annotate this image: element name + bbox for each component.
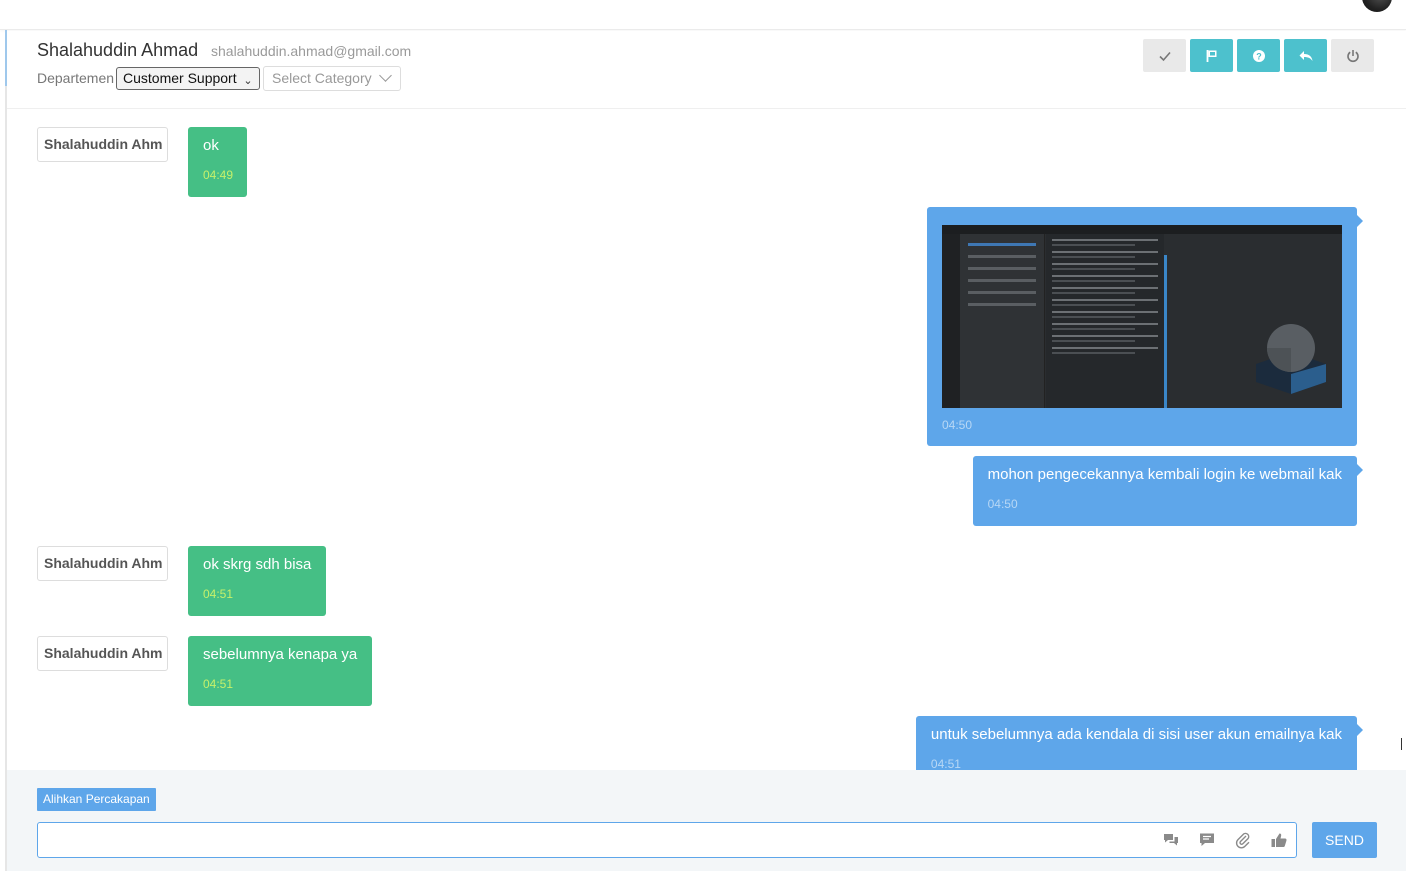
help-icon: ? xyxy=(1252,49,1265,62)
message-text: sebelumnya kenapa ya xyxy=(203,646,358,663)
contact-email: shalahuddin.ahmad@gmail.com xyxy=(211,43,412,59)
check-icon xyxy=(1158,51,1171,61)
message-input[interactable] xyxy=(37,822,1297,858)
resolve-button[interactable] xyxy=(1143,39,1186,72)
message-time: 04:50 xyxy=(942,418,973,432)
composer: Alihkan Percakapan SEND xyxy=(7,770,1406,871)
message-time: 04:51 xyxy=(203,587,234,601)
message-time: 04:50 xyxy=(987,497,1018,511)
transfer-conversation-button[interactable]: Alihkan Percakapan xyxy=(37,788,156,811)
incoming-message: sebelumnya kenapa ya 04:51 xyxy=(188,636,373,706)
flag-icon xyxy=(1206,49,1216,62)
sender-label: Shalahuddin Ahm xyxy=(37,636,168,671)
message-text: ok xyxy=(203,137,219,154)
roundcube-logo-icon xyxy=(1256,324,1326,394)
message-time: 04:51 xyxy=(930,757,961,770)
outgoing-message: untuk sebelumnya ada kendala di sisi use… xyxy=(915,716,1364,770)
image-browser-bar xyxy=(942,225,1342,234)
sender-label: Shalahuddin Ahm xyxy=(37,546,168,581)
screenshot-image[interactable] xyxy=(942,225,1342,408)
department-label: Departemen xyxy=(37,70,115,86)
chevron-down-icon: ⌄ xyxy=(243,75,253,87)
chat-bubbles-icon[interactable] xyxy=(1162,831,1180,849)
flag-button[interactable] xyxy=(1190,39,1233,72)
close-conversation-button[interactable] xyxy=(1331,39,1374,72)
outgoing-image-message: 04:50 xyxy=(927,207,1363,446)
reply-icon xyxy=(1299,50,1312,61)
image-splitter xyxy=(1164,255,1167,408)
message-text: ok skrg sdh bisa xyxy=(203,556,312,573)
chevron-down-icon xyxy=(379,69,392,82)
power-icon xyxy=(1346,49,1359,62)
help-button[interactable]: ? xyxy=(1237,39,1280,72)
message-time: 04:51 xyxy=(203,677,234,691)
conversation-actions: ? xyxy=(1143,39,1374,72)
image-rail xyxy=(942,234,960,408)
thumbs-up-icon[interactable] xyxy=(1270,831,1288,849)
send-button[interactable]: SEND xyxy=(1312,822,1377,858)
message-text: untuk sebelumnya ada kendala di sisi use… xyxy=(930,726,1342,743)
user-avatar[interactable] xyxy=(1362,0,1392,12)
department-select[interactable]: Customer Support ⌄ xyxy=(116,67,260,90)
contact-name: Shalahuddin Ahmad xyxy=(37,40,199,60)
image-folders xyxy=(960,234,1045,408)
department-value: Customer Support xyxy=(123,70,237,86)
message-text: mohon pengecekannya kembali login ke web… xyxy=(987,466,1342,483)
conversation-header: Shalahuddin Ahmad shalahuddin.ahmad@gmai… xyxy=(7,31,1406,109)
category-select[interactable]: Select Category xyxy=(263,66,401,91)
message-list[interactable]: Shalahuddin Ahm ok 04:49 04:50 mohon pen… xyxy=(7,110,1406,770)
text-cursor xyxy=(1401,738,1402,750)
message-time: 04:49 xyxy=(203,168,234,182)
composer-tools xyxy=(1162,831,1288,849)
message-icon[interactable] xyxy=(1198,831,1216,849)
top-bar xyxy=(0,0,1406,30)
sender-label: Shalahuddin Ahm xyxy=(37,127,168,162)
outgoing-message: mohon pengecekannya kembali login ke web… xyxy=(972,456,1364,526)
svg-text:?: ? xyxy=(1256,51,1262,61)
attachment-icon[interactable] xyxy=(1234,831,1252,849)
incoming-message: ok skrg sdh bisa 04:51 xyxy=(188,546,327,616)
category-placeholder: Select Category xyxy=(272,70,372,86)
incoming-message: ok 04:49 xyxy=(188,127,247,197)
reply-button[interactable] xyxy=(1284,39,1327,72)
image-mail-list xyxy=(1046,234,1164,408)
